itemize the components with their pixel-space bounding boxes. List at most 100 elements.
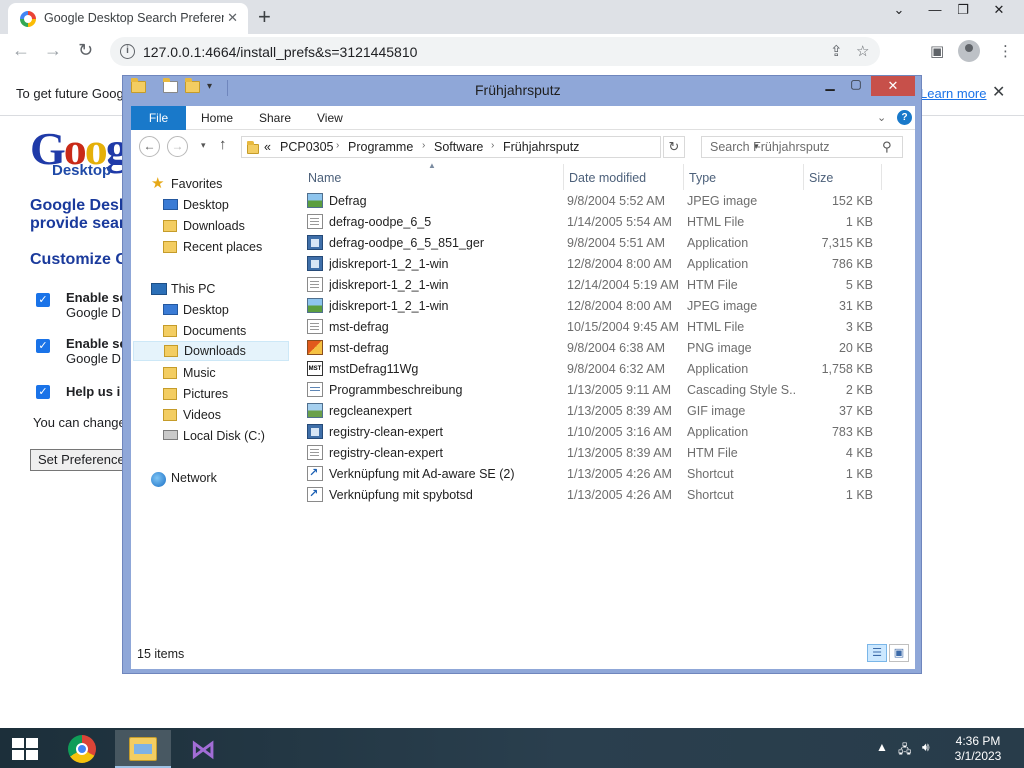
column-header-name[interactable]: Name bbox=[308, 164, 341, 190]
table-row[interactable]: Verknüpfung mit Ad-aware SE (2) 1/13/2005… bbox=[307, 463, 887, 484]
breadcrumb-software[interactable]: Software bbox=[434, 140, 483, 154]
option3-title: Help us i bbox=[66, 384, 121, 399]
window-close-button[interactable]: ✕ bbox=[982, 2, 1016, 18]
table-row[interactable]: jdiskreport-1_2_1-win 12/8/2004 8:00 AM Ap… bbox=[307, 253, 887, 274]
app-file-icon bbox=[307, 235, 323, 250]
table-row[interactable]: regcleanexpert 1/13/2005 8:39 AM GIF image… bbox=[307, 400, 887, 421]
table-row[interactable]: mstDefrag11Wg 9/8/2004 6:32 AM Application… bbox=[307, 358, 887, 379]
breadcrumb-programme[interactable]: Programme bbox=[348, 140, 413, 154]
new-folder-icon[interactable] bbox=[185, 78, 200, 95]
breadcrumb-fruehjahrsputz[interactable]: Frühjahrsputz bbox=[503, 140, 579, 154]
html-file-icon bbox=[307, 214, 323, 229]
ribbon-expand-icon[interactable]: ⌄ bbox=[877, 111, 886, 124]
table-row[interactable]: defrag-oodpe_6_5 1/14/2005 5:54 AM HTML Fi… bbox=[307, 211, 887, 232]
set-preferences-button[interactable]: Set Preferences bbox=[30, 449, 130, 471]
windows-start-icon[interactable] bbox=[12, 738, 38, 760]
breadcrumb-overflow[interactable]: « bbox=[264, 140, 271, 154]
recent-locations-icon[interactable]: ▾ bbox=[201, 140, 206, 151]
info-icon[interactable]: i bbox=[120, 44, 135, 59]
quick-access-dropdown-icon[interactable]: ▾ bbox=[207, 81, 221, 95]
new-tab-button[interactable]: + bbox=[258, 4, 271, 30]
share-icon[interactable]: ⇪ bbox=[830, 42, 843, 60]
local-disk-icon bbox=[163, 430, 178, 440]
learn-more-link[interactable]: Learn more bbox=[920, 86, 986, 101]
file-name: defrag-oodpe_6_5_851_ger bbox=[329, 236, 484, 250]
explorer-back-icon[interactable]: ← bbox=[139, 136, 160, 157]
side-panel-icon[interactable]: ▣ bbox=[930, 42, 944, 60]
tab-search-icon[interactable]: ⌄ bbox=[882, 2, 916, 18]
ribbon-tab-file[interactable]: File bbox=[131, 106, 186, 130]
menu-icon[interactable]: ⋮ bbox=[998, 42, 1013, 60]
show-hidden-icons-icon[interactable]: ▲ bbox=[876, 740, 888, 754]
breadcrumb[interactable]: « PCP0305 › Programme › Software › Frühj… bbox=[241, 136, 759, 158]
large-icons-view-icon[interactable]: ▣ bbox=[889, 644, 909, 662]
profile-icon[interactable] bbox=[958, 40, 980, 62]
column-separator[interactable] bbox=[563, 164, 564, 190]
breadcrumb-sep-icon[interactable]: › bbox=[422, 140, 425, 151]
explorer-search-input[interactable]: Search Frühjahrsputz ⚲ bbox=[701, 136, 903, 158]
system-clock[interactable]: 4:36 PM 3/1/2023 bbox=[948, 734, 1008, 764]
ribbon-tab-home[interactable]: Home bbox=[201, 111, 233, 125]
table-row[interactable]: Defrag 9/8/2004 5:52 AM JPEG image 152 KB bbox=[307, 190, 887, 211]
help-icon[interactable]: ? bbox=[897, 110, 912, 125]
tab-close-icon[interactable]: ✕ bbox=[227, 10, 238, 26]
refresh-icon[interactable]: ↻ bbox=[663, 136, 685, 158]
breadcrumb-sep-icon[interactable]: › bbox=[336, 140, 339, 151]
explorer-maximize-button[interactable]: ▢ bbox=[843, 77, 869, 97]
table-row[interactable]: jdiskreport-1_2_1-win 12/14/2004 5:19 AM H… bbox=[307, 274, 887, 295]
column-separator[interactable] bbox=[881, 164, 882, 190]
explorer-title: Frühjahrsputz bbox=[475, 82, 561, 98]
option1-checkbox[interactable]: ✓ bbox=[36, 293, 50, 307]
desktop-icon bbox=[163, 304, 178, 315]
table-row[interactable]: mst-defrag 10/15/2004 9:45 AM HTML File 3 K… bbox=[307, 316, 887, 337]
explorer-forward-icon[interactable]: → bbox=[167, 136, 188, 157]
breadcrumb-sep-icon[interactable]: › bbox=[491, 140, 494, 151]
taskbar: ⋈ ▲ 🖧 🔊︎ 4:36 PM 3/1/2023 bbox=[0, 728, 1024, 768]
network-tray-icon[interactable]: 🖧 bbox=[898, 740, 911, 761]
volume-icon[interactable]: 🔊︎ bbox=[922, 740, 930, 755]
table-row[interactable]: registry-clean-expert 1/13/2005 8:39 AM HT… bbox=[307, 442, 887, 463]
url-text[interactable]: 127.0.0.1:4664/install_prefs&s=312144581… bbox=[143, 44, 417, 60]
table-row[interactable]: mst-defrag 9/8/2004 6:38 AM PNG image 20 KB bbox=[307, 337, 887, 358]
column-separator[interactable] bbox=[803, 164, 804, 190]
taskbar-chrome[interactable] bbox=[54, 730, 110, 768]
option3-checkbox[interactable]: ✓ bbox=[36, 385, 50, 399]
browser-tab[interactable]: Google Desktop Search Preferences ✕ bbox=[8, 3, 248, 34]
properties-icon[interactable] bbox=[163, 78, 178, 95]
table-row[interactable]: registry-clean-expert 1/10/2005 3:16 AM Ap… bbox=[307, 421, 887, 442]
nav-pc-downloads[interactable]: Downloads bbox=[133, 341, 289, 361]
option2-subtitle: Google D bbox=[66, 351, 121, 366]
table-row[interactable]: Programmbeschreibung 1/13/2005 9:11 AM Cas… bbox=[307, 379, 887, 400]
address-bar[interactable]: i 127.0.0.1:4664/install_prefs&s=3121445… bbox=[110, 37, 880, 66]
taskbar-visual-studio[interactable]: ⋈ bbox=[176, 730, 232, 768]
column-header-type[interactable]: Type bbox=[689, 164, 716, 190]
ribbon-tab-share[interactable]: Share bbox=[259, 111, 291, 125]
details-view-icon[interactable]: ☰ bbox=[867, 644, 887, 662]
column-header-date[interactable]: Date modified bbox=[569, 164, 646, 190]
file-size: 5 KB bbox=[845, 278, 873, 292]
back-icon[interactable]: ← bbox=[12, 40, 30, 61]
explorer-close-button[interactable]: ✕ bbox=[871, 76, 915, 96]
search-icon[interactable]: ⚲ bbox=[882, 139, 892, 155]
file-type: JPEG image bbox=[687, 194, 758, 208]
table-row[interactable]: jdiskreport-1_2_1-win 12/8/2004 8:00 AM JP… bbox=[307, 295, 887, 316]
breadcrumb-pcp0305[interactable]: PCP0305 bbox=[280, 140, 334, 154]
up-folder-icon[interactable]: ↑ bbox=[219, 136, 227, 153]
star-icon[interactable]: ☆ bbox=[856, 42, 869, 60]
explorer-minimize-button[interactable]: ▁ bbox=[817, 77, 843, 97]
table-row[interactable]: Verknüpfung mit spybotsd 1/13/2005 4:26 A… bbox=[307, 484, 887, 505]
window-restore-button[interactable]: ❐ bbox=[946, 2, 980, 18]
file-list: ▲ Name Date modified Type Size Defrag 9/8… bbox=[301, 161, 915, 634]
info-bar-close-icon[interactable]: ✕ bbox=[992, 82, 1005, 102]
option2-checkbox[interactable]: ✓ bbox=[36, 339, 50, 353]
file-explorer-icon bbox=[129, 737, 157, 761]
ribbon-tab-view[interactable]: View bbox=[317, 111, 343, 125]
forward-icon[interactable]: → bbox=[44, 40, 62, 61]
table-row[interactable]: defrag-oodpe_6_5_851_ger 9/8/2004 5:51 AM… bbox=[307, 232, 887, 253]
taskbar-file-explorer[interactable] bbox=[115, 730, 171, 768]
png-file-icon bbox=[307, 340, 323, 355]
column-header-size[interactable]: Size bbox=[809, 164, 833, 190]
option1-subtitle: Google D bbox=[66, 305, 121, 320]
reload-icon[interactable]: ↻ bbox=[78, 40, 93, 61]
column-separator[interactable] bbox=[683, 164, 684, 190]
